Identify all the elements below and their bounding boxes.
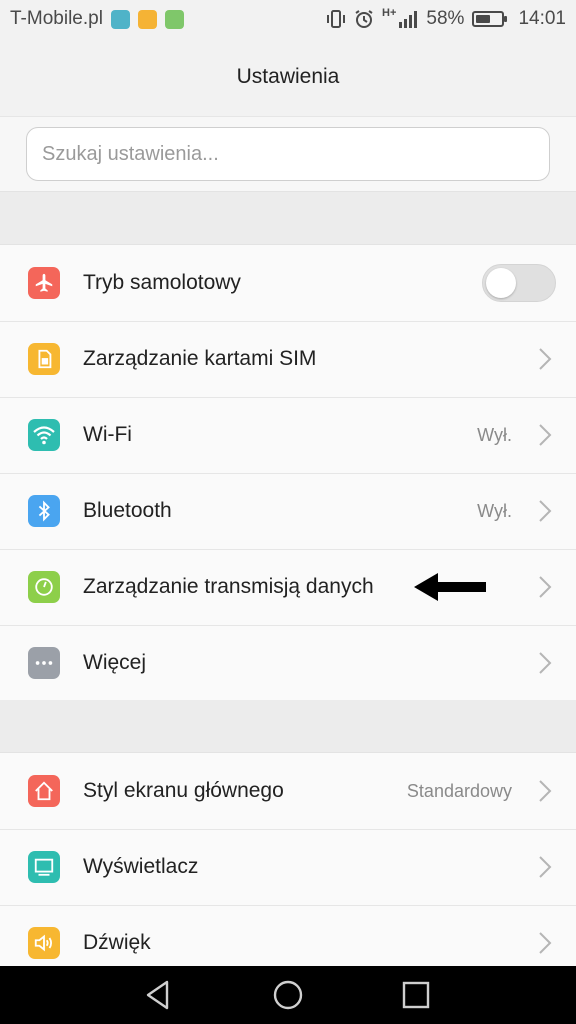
alarm-icon xyxy=(355,10,373,28)
app-notif-icon xyxy=(164,9,184,29)
signal-icon xyxy=(399,11,418,28)
settings-item-label: Tryb samolotowy xyxy=(83,271,241,294)
settings-item-airplane-mode[interactable]: Tryb samolotowy xyxy=(0,245,576,321)
display-icon xyxy=(28,851,60,883)
home-style-value: Standardowy xyxy=(406,780,512,801)
sound-icon xyxy=(28,927,60,959)
wifi-icon xyxy=(28,419,60,451)
data-usage-icon xyxy=(28,571,60,603)
navigation-bar xyxy=(0,966,576,1024)
arrow-left-icon xyxy=(414,573,486,601)
chevron-right-icon xyxy=(539,348,552,370)
page-title: Ustawienia xyxy=(0,38,576,116)
search-bar xyxy=(0,116,576,192)
settings-item-more[interactable]: Więcej xyxy=(0,625,576,701)
home-icon[interactable] xyxy=(271,978,305,1012)
status-bar: T-Mobile.pl H+ 58% 14:01 xyxy=(0,0,576,38)
shopping-notif-icon xyxy=(137,9,157,29)
sim-card-icon xyxy=(28,343,60,375)
chevron-right-icon xyxy=(539,652,552,674)
settings-screen: T-Mobile.pl H+ 58% 14:01 Ustawienia Szuk… xyxy=(0,0,576,1024)
settings-item-data-usage[interactable]: Zarządzanie transmisją danych xyxy=(0,549,576,625)
settings-item-label: Więcej xyxy=(83,651,147,674)
settings-item-label: Wyświetlacz xyxy=(83,855,199,878)
bluetooth-status: Wył. xyxy=(477,500,512,521)
status-left: T-Mobile.pl xyxy=(10,8,184,30)
battery-percent: 58% xyxy=(426,8,465,29)
settings-group-display: Styl ekranu głównego Standardowy Wyświet… xyxy=(0,752,576,981)
chevron-right-icon xyxy=(539,856,552,878)
settings-item-label: Wi-Fi xyxy=(83,423,132,446)
settings-item-label: Bluetooth xyxy=(83,499,172,522)
settings-item-home-screen-style[interactable]: Styl ekranu głównego Standardowy xyxy=(0,753,576,829)
settings-group-connectivity: Tryb samolotowy Zarządzanie kartami SIM … xyxy=(0,244,576,702)
settings-item-label: Dźwięk xyxy=(83,931,151,954)
network-type: H+ xyxy=(382,7,397,19)
chevron-right-icon xyxy=(539,932,552,954)
wifi-status: Wył. xyxy=(477,424,512,445)
chevron-right-icon xyxy=(539,500,552,522)
settings-item-wifi[interactable]: Wi-Fi Wył. xyxy=(0,397,576,473)
more-icon xyxy=(28,647,60,679)
settings-item-bluetooth[interactable]: Bluetooth Wył. xyxy=(0,473,576,549)
settings-item-label: Styl ekranu głównego xyxy=(83,779,284,802)
chevron-right-icon xyxy=(539,576,552,598)
vibrate-icon xyxy=(327,10,346,28)
chevron-right-icon xyxy=(539,780,552,802)
chevron-right-icon xyxy=(539,424,552,446)
search-input[interactable] xyxy=(26,127,550,181)
airplane-mode-toggle[interactable] xyxy=(482,264,556,302)
airplane-icon xyxy=(28,267,60,299)
clock: 14:01 xyxy=(518,8,566,29)
battery-fill xyxy=(476,15,491,23)
settings-item-label: Zarządzanie transmisją danych xyxy=(83,575,374,598)
settings-item-sim-cards[interactable]: Zarządzanie kartami SIM xyxy=(0,321,576,397)
status-right: H+ 58% 14:01 xyxy=(326,7,566,30)
settings-item-label: Zarządzanie kartami SIM xyxy=(83,347,317,370)
settings-item-display[interactable]: Wyświetlacz xyxy=(0,829,576,905)
back-icon[interactable] xyxy=(142,978,176,1012)
gallery-notif-icon xyxy=(110,9,130,29)
home-style-icon xyxy=(28,775,60,807)
carrier-name: T-Mobile.pl xyxy=(10,8,103,29)
battery-icon xyxy=(472,11,508,27)
bluetooth-icon xyxy=(28,495,60,527)
section-gap xyxy=(0,192,576,244)
recents-icon[interactable] xyxy=(399,978,433,1012)
toggle-knob xyxy=(486,268,516,298)
section-gap xyxy=(0,700,576,752)
